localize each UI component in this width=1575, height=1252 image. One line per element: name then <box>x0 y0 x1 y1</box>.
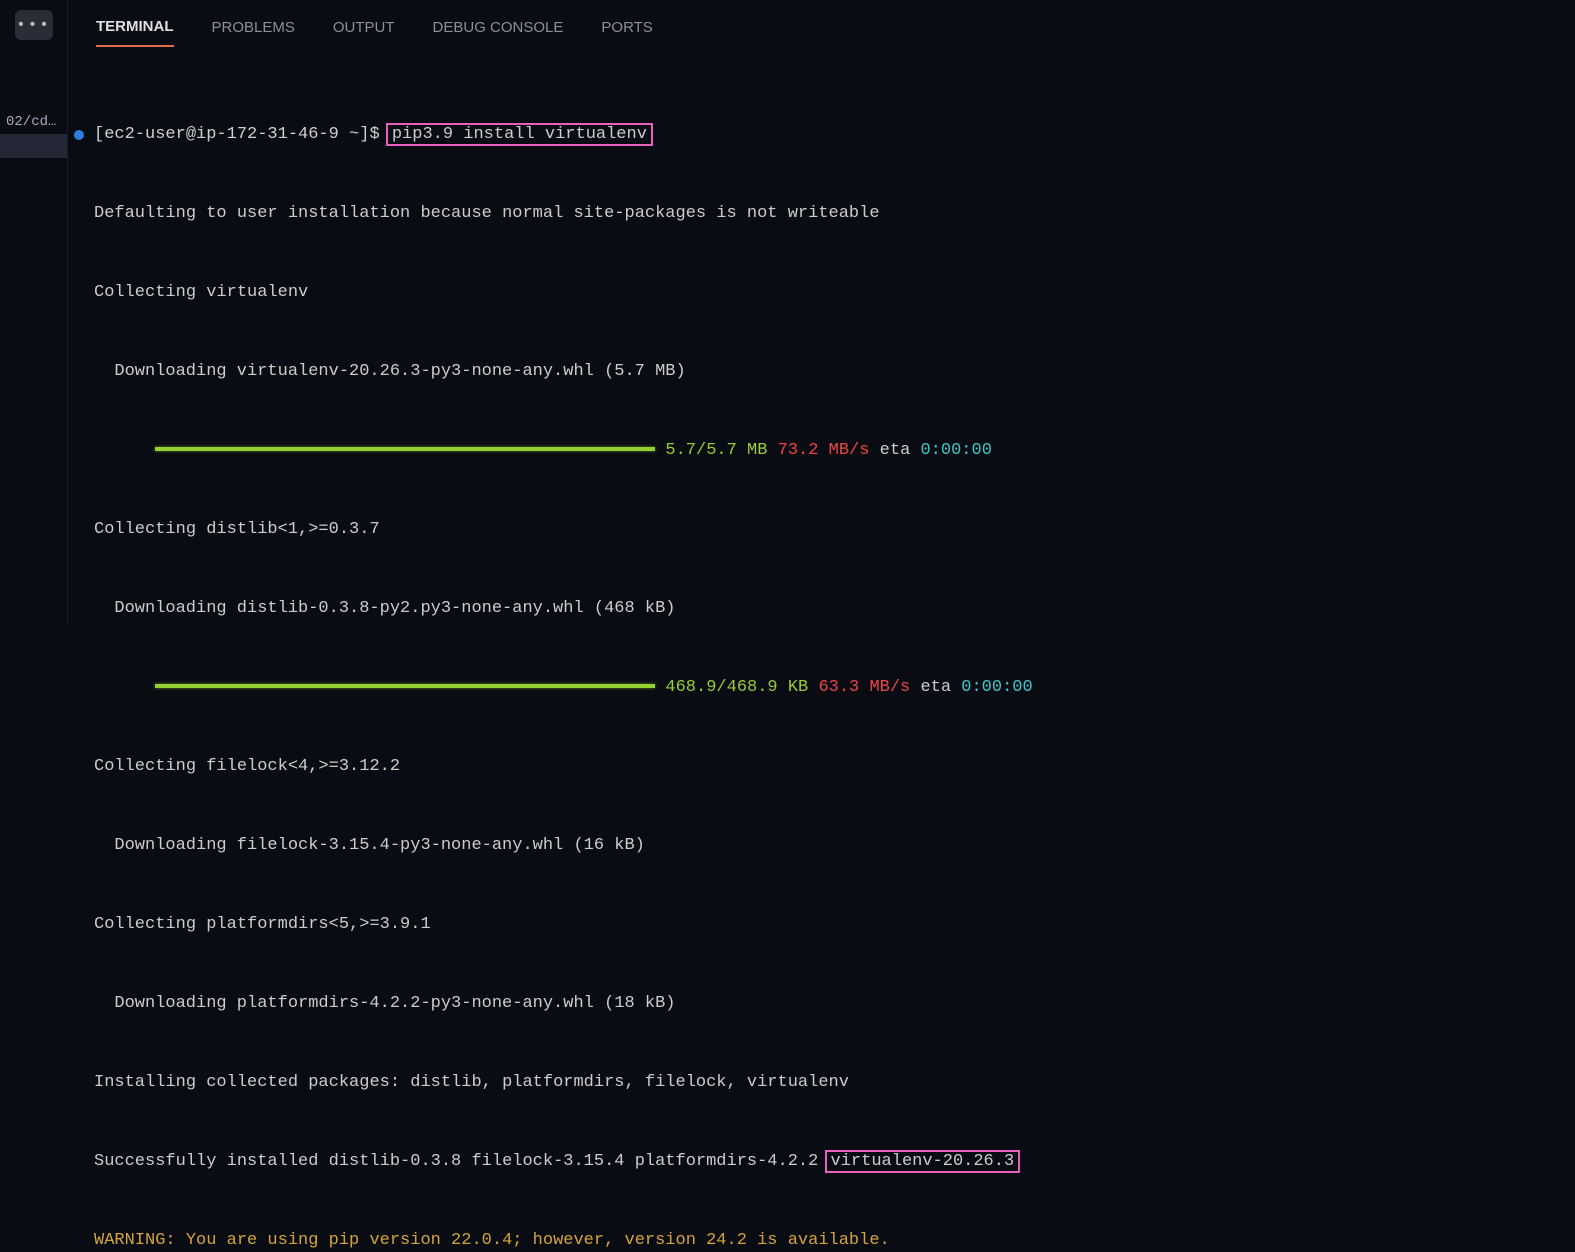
terminal-line: Successfully installed distlib-0.3.8 fil… <box>72 1149 1575 1175</box>
terminal-line: [ec2-user@ip-172-31-46-9 ~]$ pip3.9 inst… <box>72 122 1575 148</box>
tab-terminal[interactable]: TERMINAL <box>96 12 174 47</box>
tab-output[interactable]: OUTPUT <box>333 13 395 46</box>
progress-speed: 73.2 MB/s <box>778 441 870 460</box>
terminal-line: Installing collected packages: distlib, … <box>72 1070 1575 1096</box>
progress-eta-label: eta <box>910 678 961 697</box>
terminal-line: Collecting platformdirs<5,>=3.9.1 <box>72 912 1575 938</box>
install-success-prefix: Successfully installed distlib-0.3.8 fil… <box>94 1152 829 1171</box>
tab-problems[interactable]: PROBLEMS <box>212 13 295 46</box>
tab-ports[interactable]: PORTS <box>601 13 652 46</box>
terminal-line: Defaulting to user installation because … <box>72 201 1575 227</box>
terminal-output[interactable]: [ec2-user@ip-172-31-46-9 ~]$ pip3.9 inst… <box>68 47 1575 1252</box>
highlight-package: virtualenv-20.26.3 <box>825 1150 1021 1173</box>
terminal-line: 5.7/5.7 MB 73.2 MB/s eta 0:00:00 <box>72 438 1575 464</box>
highlight-command: pip3.9 install virtualenv <box>386 123 653 146</box>
activity-sidebar: ••• 02/cd… <box>0 0 68 626</box>
terminal-line: Downloading distlib-0.3.8-py2.py3-none-a… <box>72 596 1575 622</box>
terminal-line: 468.9/468.9 KB 63.3 MB/s eta 0:00:00 <box>72 675 1575 701</box>
terminal-line: Downloading platformdirs-4.2.2-py3-none-… <box>72 991 1575 1017</box>
more-actions-button[interactable]: ••• <box>15 10 53 40</box>
explorer-file-item[interactable]: 02/cd… <box>0 110 67 134</box>
explorer-file-item-selected[interactable] <box>0 134 67 158</box>
terminal-line: Downloading filelock-3.15.4-py3-none-any… <box>72 833 1575 859</box>
explorer-panel: 02/cd… <box>0 110 67 158</box>
progress-size: 5.7/5.7 MB <box>665 441 767 460</box>
progress-size: 468.9/468.9 KB <box>665 678 808 697</box>
terminal-line: Downloading virtualenv-20.26.3-py3-none-… <box>72 359 1575 385</box>
progress-bar <box>155 447 655 451</box>
terminal-warning: WARNING: You are using pip version 22.0.… <box>72 1228 1575 1252</box>
progress-bar <box>155 684 655 688</box>
main-panel: TERMINAL PROBLEMS OUTPUT DEBUG CONSOLE P… <box>68 0 1575 626</box>
tab-debug-console[interactable]: DEBUG CONSOLE <box>433 13 564 46</box>
progress-eta-label: eta <box>869 441 920 460</box>
terminal-line: Collecting filelock<4,>=3.12.2 <box>72 754 1575 780</box>
panel-tabs: TERMINAL PROBLEMS OUTPUT DEBUG CONSOLE P… <box>68 0 1575 47</box>
terminal-line: Collecting virtualenv <box>72 280 1575 306</box>
shell-prompt: [ec2-user@ip-172-31-46-9 ~]$ <box>94 125 390 144</box>
terminal-line: Collecting distlib<1,>=0.3.7 <box>72 517 1575 543</box>
progress-eta: 0:00:00 <box>920 441 991 460</box>
progress-speed: 63.3 MB/s <box>818 678 910 697</box>
progress-eta: 0:00:00 <box>961 678 1032 697</box>
